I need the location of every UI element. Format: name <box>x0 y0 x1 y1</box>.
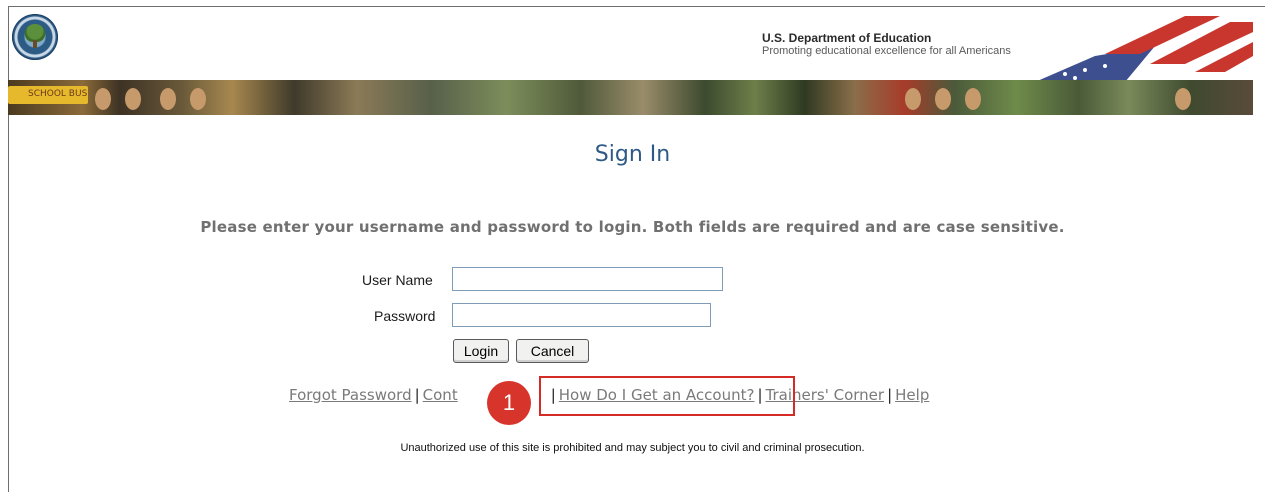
seal-trunk <box>33 40 37 48</box>
flag-icon <box>1035 16 1253 82</box>
student-photo <box>190 88 206 110</box>
org-tagline: Promoting educational excellence for all… <box>762 45 1011 57</box>
help-link[interactable]: Help <box>895 386 929 404</box>
password-input[interactable] <box>452 303 711 327</box>
highlight-box <box>539 376 795 416</box>
forgot-password-link[interactable]: Forgot Password <box>289 386 412 404</box>
flag-star <box>1083 68 1087 72</box>
username-input[interactable] <box>452 267 723 291</box>
student-photo <box>935 88 951 110</box>
password-label: Password <box>374 308 436 324</box>
link-separator: | <box>414 386 420 404</box>
flag-star <box>1063 72 1067 76</box>
student-photo <box>160 88 176 110</box>
student-photo <box>1175 88 1191 110</box>
student-photo <box>965 88 981 110</box>
cancel-button[interactable]: Cancel <box>516 339 589 363</box>
username-label: User Name <box>362 272 433 288</box>
page-title: Sign In <box>594 142 671 167</box>
student-photo <box>905 88 921 110</box>
student-photo <box>95 88 111 110</box>
login-instructions: Please enter your username and password … <box>200 218 1065 236</box>
callout-badge: 1 <box>487 381 531 425</box>
link-separator: | <box>887 386 893 404</box>
login-button[interactable]: Login <box>453 339 509 363</box>
contact-link[interactable]: Cont <box>423 386 458 404</box>
org-name: U.S. Department of Education <box>762 31 932 45</box>
school-bus-label: SCHOOL BUS <box>28 89 88 99</box>
student-photo <box>125 88 141 110</box>
unauthorized-use-notice: Unauthorized use of this site is prohibi… <box>400 442 865 454</box>
flag-star <box>1103 64 1107 68</box>
